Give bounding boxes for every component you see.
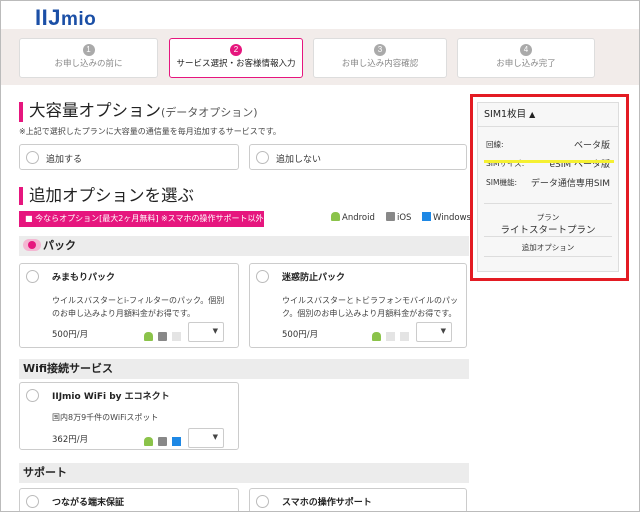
step-1: 1 お申し込みの前に	[19, 38, 158, 78]
quantity-select[interactable]: ▼	[188, 322, 224, 342]
windows-icon	[172, 437, 181, 446]
free-campaign-banner: ■ 今ならオプション[最大2ヶ月無料] ※スマホの操作サポート以外	[19, 211, 264, 227]
radio-button[interactable]	[26, 151, 39, 164]
pack-section-header: パック	[19, 236, 469, 256]
radio-button[interactable]	[26, 270, 39, 283]
os-support-icons	[144, 326, 186, 345]
option-title: つながる端末保証	[52, 498, 125, 508]
capacity-note: ※上記で選択したプランに大容量の通信量を毎月追加するサービスです。	[19, 127, 281, 136]
radio-button[interactable]	[256, 495, 269, 508]
os-label: Android	[342, 213, 375, 223]
option-card-iijmio-wifi[interactable]: IIJmio WiFi by エコネクト 国内8万9千件のWiFiスポット 36…	[19, 382, 239, 450]
option-card-device-warranty[interactable]: つながる端末保証	[19, 488, 239, 511]
windows-icon	[400, 332, 409, 341]
iijmio-logo[interactable]: IIJmio	[35, 5, 96, 31]
radio-button[interactable]	[256, 270, 269, 283]
quantity-select[interactable]: ▼	[416, 322, 452, 342]
wifi-section-header: Wifi接続サービス	[19, 359, 469, 379]
option-price: 500円/月	[52, 330, 89, 340]
step-number: 2	[230, 44, 242, 56]
ios-icon	[386, 212, 395, 221]
android-icon	[372, 332, 381, 341]
capacity-option-title: 大容量オプション(データオプション)	[19, 102, 258, 122]
os-legend-android: Android	[331, 212, 375, 223]
capacity-title-text: 大容量オプション	[29, 101, 161, 120]
os-label: Windows	[433, 213, 471, 223]
step-4: 4 お申し込み完了	[457, 38, 595, 78]
radio-button[interactable]	[256, 151, 269, 164]
ios-icon	[158, 437, 167, 446]
pack-icon	[23, 239, 41, 251]
support-section-header: サポート	[19, 463, 469, 483]
android-icon	[144, 437, 153, 446]
os-support-icons	[144, 431, 186, 450]
dropdown-arrow-icon: ▼	[440, 327, 446, 335]
option-label: 追加する	[46, 155, 83, 165]
addon-options-title: 追加オプションを選ぶ	[19, 187, 194, 205]
option-price: 362円/月	[52, 435, 89, 445]
option-card-mimamori-pack[interactable]: みまもりパック ウイルスバスターとi-フィルターのパック。個別のお申し込みより月…	[19, 263, 239, 348]
option-description: 国内8万9千件のWiFiスポット	[52, 413, 159, 422]
addon-title-text: 追加オプションを選ぶ	[29, 186, 194, 205]
option-label: 追加しない	[276, 155, 322, 165]
gift-icon: ■	[25, 214, 36, 223]
capacity-subtitle: (データオプション)	[161, 106, 258, 119]
capacity-add-option[interactable]: 追加する	[19, 144, 239, 170]
option-title: みまもりパック	[52, 273, 116, 283]
os-support-icons	[372, 326, 414, 345]
ios-icon	[386, 332, 395, 341]
promo-text: 今ならオプション[最大2ヶ月無料] ※スマホの操作サポート以外	[35, 214, 264, 223]
android-icon	[331, 212, 340, 221]
section-label: パック	[43, 239, 76, 252]
os-legend-windows: Windows	[422, 212, 471, 223]
option-card-phone-support[interactable]: スマホの操作サポート	[249, 488, 467, 511]
radio-button[interactable]	[26, 495, 39, 508]
option-description: ウイルスバスターとトビラフォンモバイルのパック。個別のお申し込みより月額料金がお…	[282, 296, 458, 318]
step-number: 3	[374, 44, 386, 56]
section-label: サポート	[23, 466, 67, 479]
option-title: IIJmio WiFi by エコネクト	[52, 392, 170, 402]
section-label: Wifi接続サービス	[23, 362, 114, 375]
quantity-select[interactable]: ▼	[188, 428, 224, 448]
page-frame: IIJmio 1 お申し込みの前に 2 サービス選択・お客様情報入力 3 お申し…	[0, 0, 640, 512]
windows-icon	[422, 212, 431, 221]
step-number: 1	[82, 44, 95, 56]
ios-icon	[158, 332, 167, 341]
option-title: スマホの操作サポート	[282, 498, 372, 508]
capacity-no-add-option[interactable]: 追加しない	[249, 144, 467, 170]
step-number: 4	[520, 44, 532, 56]
step-label: お申し込み内容確認	[341, 59, 419, 69]
option-price: 500円/月	[282, 330, 319, 340]
step-2: 2 サービス選択・お客様情報入力	[169, 38, 303, 78]
callout-frame	[470, 94, 629, 281]
android-icon	[144, 332, 153, 341]
logo-sub: mio	[60, 9, 97, 30]
os-label: iOS	[397, 213, 412, 223]
option-description: ウイルスバスターとi-フィルターのパック。個別のお申し込みより月額料金がお得です…	[52, 296, 225, 318]
os-legend-ios: iOS	[386, 212, 411, 223]
step-label: お申し込み完了	[496, 59, 556, 69]
dropdown-arrow-icon: ▼	[212, 327, 218, 335]
logo-main: IIJ	[35, 5, 61, 30]
step-label: お申し込みの前に	[54, 59, 123, 69]
option-card-meiwaku-pack[interactable]: 迷惑防止パック ウイルスバスターとトビラフォンモバイルのパック。個別のお申し込み…	[249, 263, 467, 348]
radio-button[interactable]	[26, 389, 39, 402]
step-label: サービス選択・お客様情報入力	[176, 59, 296, 69]
option-title: 迷惑防止パック	[282, 273, 346, 283]
dropdown-arrow-icon: ▼	[212, 433, 218, 441]
windows-icon	[172, 332, 181, 341]
step-3: 3 お申し込み内容確認	[313, 38, 447, 78]
